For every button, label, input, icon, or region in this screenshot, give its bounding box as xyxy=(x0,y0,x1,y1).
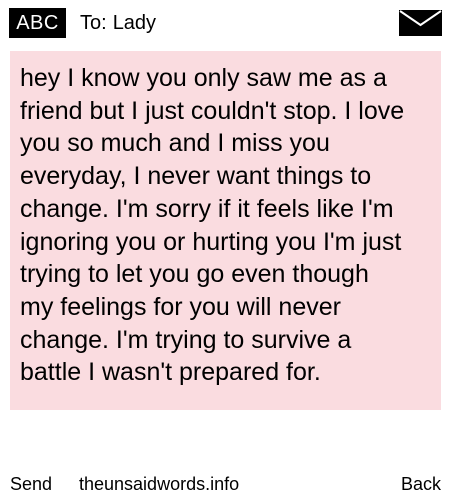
sender-badge: ABC xyxy=(9,8,66,38)
site-link[interactable]: theunsaidwords.info xyxy=(79,474,239,495)
recipient-name: Lady xyxy=(112,11,157,34)
message-header: ABC To: Lady xyxy=(0,0,450,44)
message-body: hey I know you only saw me as a friend b… xyxy=(10,51,441,410)
send-button[interactable]: Send xyxy=(10,474,52,495)
recipient-line: To: Lady xyxy=(80,8,156,38)
back-button[interactable]: Back xyxy=(401,474,441,495)
footer-bar: Send theunsaidwords.info Back xyxy=(0,470,450,500)
envelope-icon[interactable] xyxy=(399,10,442,36)
to-label: To: xyxy=(80,11,107,34)
message-text: hey I know you only saw me as a friend b… xyxy=(20,64,405,387)
